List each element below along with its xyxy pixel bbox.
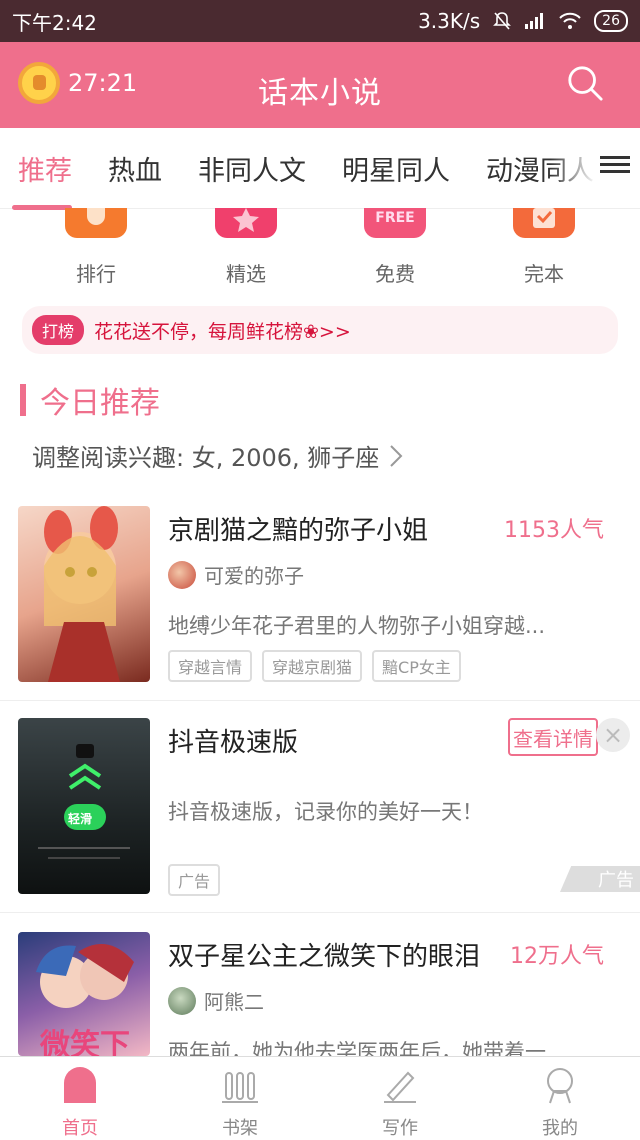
quick-featured[interactable]: 精选 [186,208,306,287]
quick-label: 排行 [76,262,116,286]
book-cover [18,506,150,682]
star-icon [215,208,277,238]
nav-label: 首页 [62,1118,98,1139]
nav-home[interactable]: 首页 [0,1057,160,1139]
popularity: 12万人气 [510,944,604,969]
status-time: 下午2:42 [12,10,97,35]
avatar [168,986,196,1015]
ad-title[interactable]: 抖音极速版 [168,722,298,759]
divider [0,700,640,701]
status-icons: 3.3K/s 26 [418,9,628,33]
nav-label: 我的 [542,1118,578,1139]
tag[interactable]: 黯CP女主 [372,650,461,682]
quick-completed[interactable]: 完本 [484,208,604,287]
book-title[interactable]: 京剧猫之黯的弥子小姐 [168,510,428,547]
nav-profile[interactable]: 我的 [480,1057,640,1139]
battery-indicator: 26 [594,10,628,32]
bookshelf-icon [222,1072,258,1103]
mute-bell-icon [493,12,512,30]
wifi-icon [559,12,581,29]
ad-cover[interactable]: 轻滑 [18,718,150,894]
app-title: 话本小说 [258,76,382,111]
prefs-text: 调整阅读兴趣: 女, 2006, 狮子座 [32,444,380,472]
tab-original[interactable]: 非同人文 [180,149,324,188]
quick-ranking[interactable]: 排行 [36,208,156,287]
book-cover[interactable]: 微笑下 [18,932,150,1056]
signal-icon [525,13,544,29]
author-name: 阿熊二 [204,990,264,1014]
pen-icon [384,1071,416,1103]
nav-write[interactable]: 写作 [320,1057,480,1139]
free-icon: FREE [364,208,426,238]
book-description: 地缚少年花子君里的人物弥子小姐穿越... [168,614,546,638]
author-row[interactable]: 可爱的弥子 [168,560,304,589]
banner-text: 花花送不停，每周鲜花榜❀>> [94,320,351,343]
tab-hot-blood[interactable]: 热血 [90,149,180,188]
quick-label: 完本 [524,262,564,286]
ad-label: 广告 [168,864,221,896]
quick-label: 免费 [375,262,415,286]
tag[interactable]: 穿越京剧猫 [262,650,363,682]
section-header: 今日推荐 [20,378,160,422]
app-header: 27:21 话本小说 [0,42,640,128]
quick-label: 精选 [226,262,266,286]
ad-mark: 广告 [560,866,640,892]
category-tabs: 推荐 热血 非同人文 明星同人 动漫同人 [0,128,640,210]
flower-ranking-banner[interactable]: 打榜 花花送不停，每周鲜花榜❀>> [22,306,618,354]
network-speed: 3.3K/s [418,9,481,33]
tab-star-fanfic[interactable]: 明星同人 [324,149,468,188]
bottom-nav: 首页 书架 写作 我的 [0,1056,640,1139]
section-title: 今日推荐 [40,386,160,421]
search-icon[interactable] [566,64,604,102]
section-accent-bar [20,384,26,416]
popularity: 1153人气 [504,518,604,543]
profile-icon [547,1068,573,1104]
home-icon [64,1067,96,1103]
quick-entries: 排行 精选 FREE 免费 完本 [0,208,640,296]
author-name: 可爱的弥子 [204,564,304,588]
nav-label: 写作 [382,1118,418,1139]
avatar [168,560,196,589]
menu-icon[interactable] [600,152,630,178]
tab-recommend[interactable]: 推荐 [0,149,90,210]
tag[interactable]: 穿越言情 [168,650,253,682]
tag-list: 穿越言情 穿越京剧猫 黯CP女主 [168,650,461,682]
close-icon[interactable]: × [596,718,630,752]
rank-badge: 打榜 [32,315,85,345]
chevron-right-icon [390,444,403,467]
book-title[interactable]: 双子星公主之微笑下的眼泪 [168,936,480,973]
author-row[interactable]: 阿熊二 [168,986,264,1015]
divider [0,912,640,913]
free-icon-text: FREE [375,210,415,226]
adjust-interests-link[interactable]: 调整阅读兴趣: 女, 2006, 狮子座 [32,438,403,473]
nav-bookshelf[interactable]: 书架 [160,1057,320,1139]
status-bar: 下午2:42 3.3K/s 26 [0,0,640,42]
nav-label: 书架 [222,1118,258,1139]
quick-free[interactable]: FREE 免费 [335,208,455,287]
cover-title: 微笑下 [40,1028,130,1056]
slide-label: 轻滑 [68,812,93,826]
trophy-icon [65,208,127,238]
ad-description: 抖音极速版，记录你的美好一天！ [168,800,483,824]
view-details-button[interactable]: 查看详情 [508,718,598,756]
tab-fade [550,128,596,208]
check-icon [513,208,575,238]
